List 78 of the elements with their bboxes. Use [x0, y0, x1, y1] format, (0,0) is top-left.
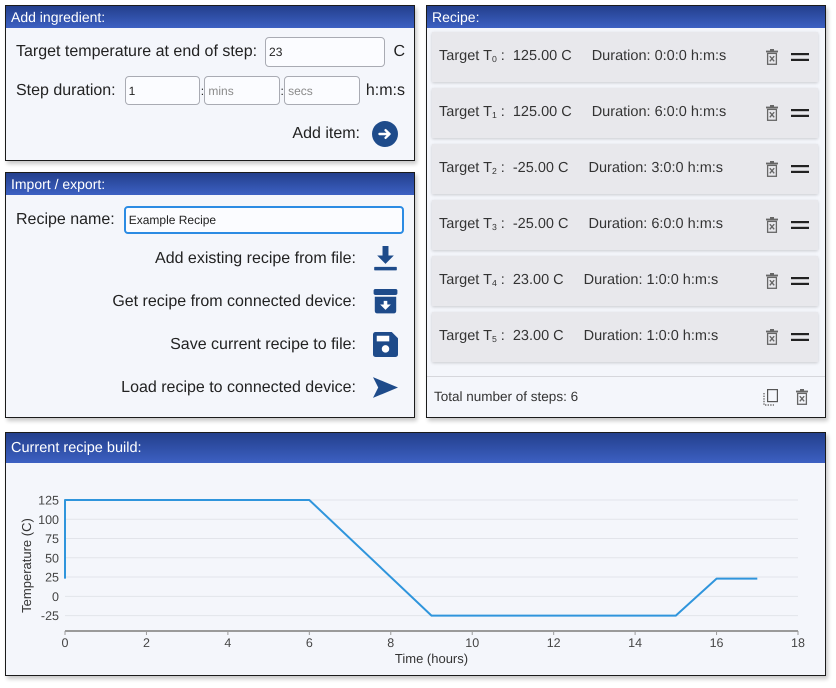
trash-icon[interactable]	[765, 217, 779, 233]
x-tick-label: 12	[546, 636, 561, 650]
inbox-download-icon[interactable]	[373, 289, 398, 314]
arrow-right-circle-icon[interactable]	[372, 121, 398, 147]
panel-header: Add ingredient:	[6, 6, 414, 28]
y-tick-label: 125	[38, 494, 59, 508]
panel-header: Recipe:	[427, 6, 825, 28]
step-label: Target T$_{0}$ :	[439, 47, 505, 66]
drag-handle-icon[interactable]	[791, 109, 809, 117]
step-label: Target T$_{4}$ :	[439, 271, 505, 290]
drag-handle-icon[interactable]	[791, 53, 809, 61]
x-tick-label: 8	[387, 636, 394, 650]
step-duration: Duration: 3:0:0 h:m:s	[588, 159, 724, 178]
step-temperature: 125.00 C	[512, 103, 572, 122]
y-tick-label: 100	[38, 512, 59, 527]
x-tick-label: 6	[306, 636, 313, 650]
trash-icon[interactable]	[765, 161, 779, 177]
step-label: Target T$_{1}$ :	[439, 103, 505, 122]
step-temperature: 23.00 C	[512, 327, 564, 346]
trash-icon[interactable]	[765, 105, 779, 121]
duration-input[interactable]: 1	[124, 76, 200, 105]
step-temperature: 125.00 C	[512, 47, 572, 66]
add-item-label: Add item:	[292, 124, 360, 144]
y-tick-label: -25	[40, 609, 59, 624]
save-icon[interactable]	[373, 332, 398, 357]
step-temperature: 23.00 C	[512, 271, 564, 290]
duration-input[interactable]: mins	[204, 76, 280, 105]
x-tick-label: 2	[142, 636, 150, 650]
field-label: Target temperature at end of step:	[16, 42, 258, 62]
field-label: Step duration:	[16, 80, 116, 100]
x-tick-label: 0	[62, 636, 68, 650]
y-tick-label: 50	[45, 551, 59, 566]
step-temperature: -25.00 C	[512, 159, 568, 178]
drag-handle-icon[interactable]	[791, 165, 809, 173]
panel-header: Import / export:	[6, 173, 414, 195]
unit-label: h:m:s	[366, 80, 405, 100]
x-axis-title: Time (hours)	[394, 651, 468, 666]
x-tick-label: 16	[710, 636, 724, 650]
step-duration: Duration: 1:0:0 h:m:s	[584, 271, 718, 290]
duration-input[interactable]: secs	[284, 76, 360, 105]
drag-handle-icon[interactable]	[791, 277, 809, 285]
action-label: Get recipe from connected device:	[112, 292, 356, 312]
trash-icon[interactable]	[765, 49, 779, 65]
x-tick-label: 10	[465, 636, 480, 650]
copy-icon[interactable]	[763, 388, 778, 406]
y-axis-title: Temperature (C)	[19, 518, 34, 613]
drag-handle-icon[interactable]	[791, 221, 809, 229]
field-label: Recipe name:	[16, 210, 115, 230]
step-label: Target T$_{3}$ :	[439, 215, 505, 234]
action-label: Load recipe to connected device:	[121, 378, 356, 398]
separator-label: :	[280, 82, 284, 100]
step-label: Target T$_{2}$ :	[439, 159, 505, 178]
unit-label: C	[393, 42, 405, 62]
recipe-name-input[interactable]: Example Recipe	[124, 206, 404, 234]
x-tick-label: 18	[791, 636, 805, 650]
trash-icon[interactable]	[765, 329, 779, 345]
y-tick-label: 25	[45, 570, 59, 585]
x-tick-label: 4	[224, 636, 232, 650]
step-duration: Duration: 6:0:0 h:m:s	[592, 103, 726, 122]
y-tick-label: 75	[45, 532, 59, 546]
trash-icon[interactable]	[765, 273, 779, 289]
step-temperature: -25.00 C	[512, 215, 568, 234]
trash-icon[interactable]	[795, 389, 809, 405]
download-icon[interactable]	[373, 246, 398, 271]
y-tick-label: 0	[52, 590, 59, 604]
step-duration: Duration: 0:0:0 h:m:s	[592, 47, 726, 66]
temperature-input[interactable]: 23	[265, 37, 386, 67]
send-icon[interactable]	[373, 377, 398, 398]
action-label: Add existing recipe from file:	[155, 248, 356, 268]
panel-header: Current recipe build:	[6, 433, 825, 463]
step-count: Total number of steps: 6	[434, 388, 578, 406]
separator-label: :	[200, 82, 204, 100]
step-duration: Duration: 1:0:0 h:m:s	[584, 327, 718, 346]
step-duration: Duration: 6:0:0 h:m:s	[588, 215, 724, 234]
drag-handle-icon[interactable]	[791, 333, 809, 341]
action-label: Save current recipe to file:	[170, 334, 356, 354]
x-tick-label: 14	[628, 636, 642, 650]
step-label: Target T$_{5}$ :	[439, 327, 505, 346]
